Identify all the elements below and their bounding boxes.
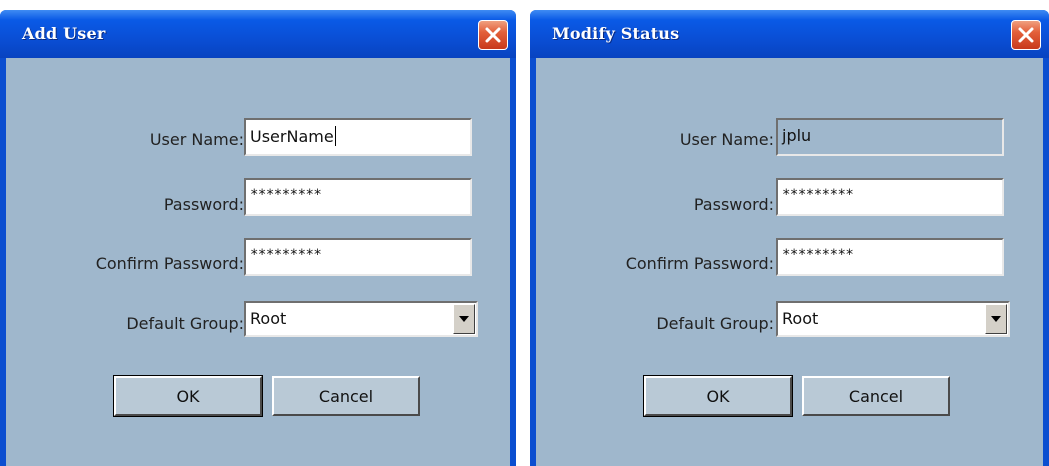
confirm-password-input[interactable]: ********* — [244, 238, 472, 276]
password-input[interactable]: ********* — [776, 178, 1004, 216]
password-label: Password: — [693, 195, 774, 214]
default-group-value: Root — [782, 309, 819, 328]
user-name-input[interactable]: UserName — [244, 118, 472, 156]
password-label: Password: — [163, 195, 244, 214]
user-name-field-readonly: jplu — [776, 118, 1004, 156]
default-group-value: Root — [250, 309, 287, 328]
dialog-title: Modify Status — [552, 24, 680, 43]
password-value: ********* — [782, 187, 854, 203]
default-group-select[interactable]: Root — [776, 301, 1010, 337]
modify-status-dialog: Modify Status User Name: jplu Password: … — [530, 10, 1049, 466]
default-group-label: Default Group: — [126, 314, 244, 333]
cancel-button[interactable]: Cancel — [802, 376, 950, 416]
ok-button[interactable]: OK — [113, 375, 263, 417]
title-bar[interactable]: Add User — [0, 10, 516, 58]
close-icon — [485, 27, 501, 43]
default-group-select[interactable]: Root — [244, 301, 478, 337]
dialog-body: User Name: jplu Password: ********* Conf… — [536, 58, 1043, 466]
dropdown-button[interactable] — [453, 304, 475, 334]
add-user-dialog: Add User User Name: UserName Password: *… — [0, 10, 516, 466]
dialog-body: User Name: UserName Password: ********* … — [6, 58, 510, 466]
text-caret — [334, 126, 336, 146]
password-input[interactable]: ********* — [244, 178, 472, 216]
default-group-label: Default Group: — [656, 314, 774, 333]
dropdown-button[interactable] — [985, 304, 1007, 334]
dialog-title: Add User — [22, 24, 106, 43]
confirm-password-value: ********* — [250, 247, 322, 263]
close-button[interactable] — [478, 20, 508, 50]
confirm-password-label: Confirm Password: — [625, 254, 774, 273]
confirm-password-value: ********* — [782, 247, 854, 263]
ok-button[interactable]: OK — [643, 375, 793, 417]
confirm-password-label: Confirm Password: — [95, 254, 244, 273]
user-name-label: User Name: — [679, 130, 774, 149]
close-button[interactable] — [1011, 20, 1041, 50]
user-name-value: jplu — [782, 126, 812, 145]
chevron-down-icon — [459, 316, 469, 322]
title-bar[interactable]: Modify Status — [530, 10, 1049, 58]
user-name-value: UserName — [250, 127, 334, 146]
chevron-down-icon — [991, 316, 1001, 322]
user-name-label: User Name: — [149, 130, 244, 149]
close-icon — [1018, 27, 1034, 43]
password-value: ********* — [250, 187, 322, 203]
cancel-button[interactable]: Cancel — [272, 376, 420, 416]
confirm-password-input[interactable]: ********* — [776, 238, 1004, 276]
